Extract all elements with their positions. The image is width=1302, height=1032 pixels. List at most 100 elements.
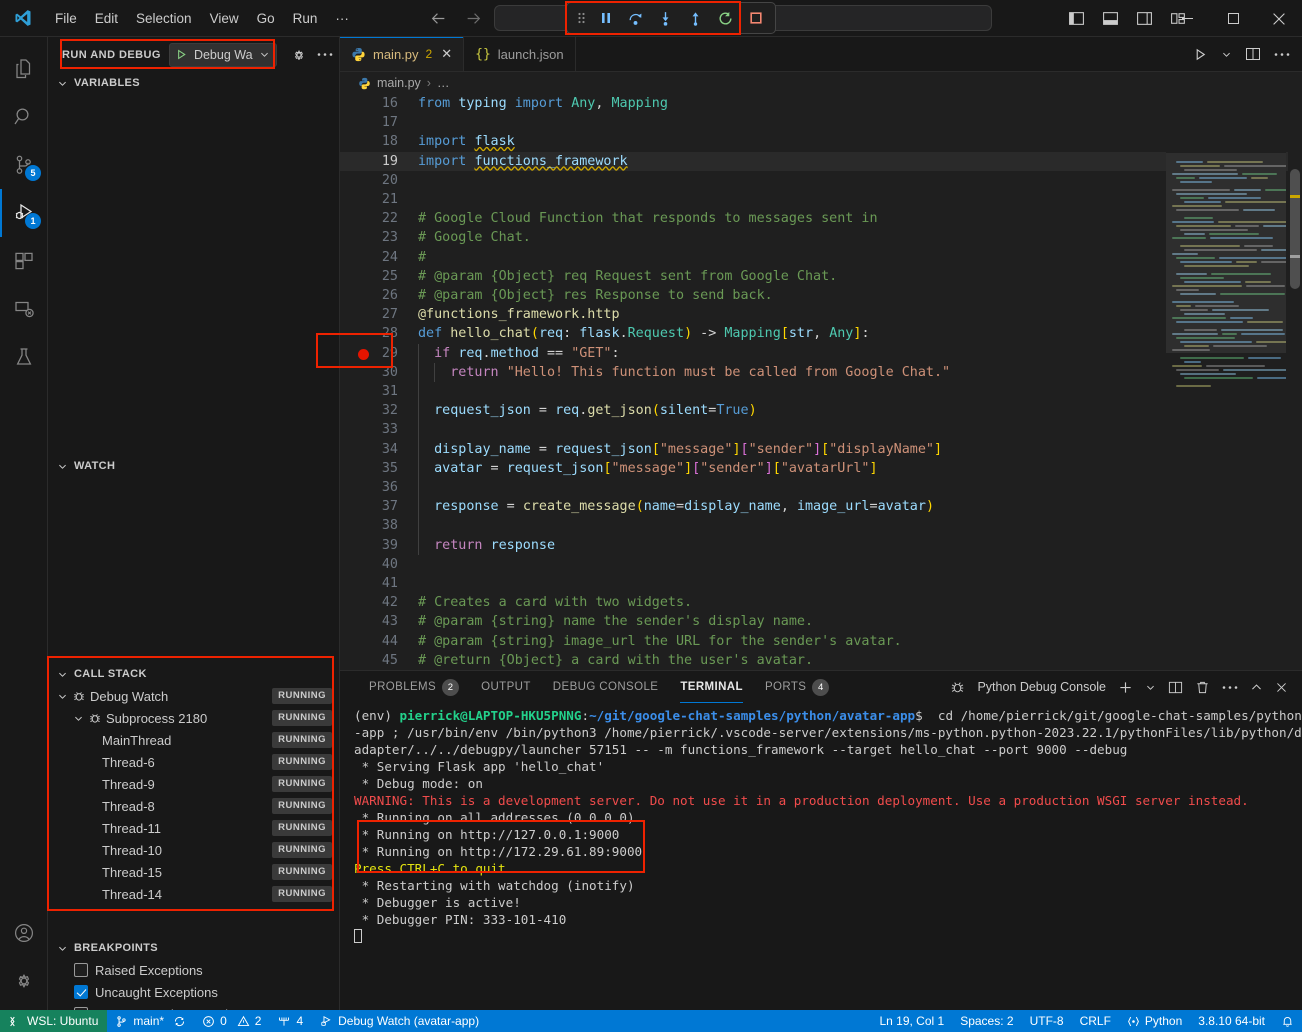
sync-icon[interactable]: [173, 1015, 186, 1028]
call-stack-row[interactable]: Thread-6RUNNING: [48, 751, 340, 773]
navigate-back-icon[interactable]: [430, 10, 447, 27]
code-line[interactable]: 28def hello_chat(req: flask.Request) -> …: [340, 324, 1302, 343]
code-line[interactable]: 27@functions_framework.http: [340, 305, 1302, 324]
call-stack-row[interactable]: Thread-8RUNNING: [48, 795, 340, 817]
code-line[interactable]: 41: [340, 574, 1302, 593]
stop-button[interactable]: [742, 5, 769, 31]
sidebar-item-remote-explorer[interactable]: [0, 285, 48, 333]
breakpoint-row[interactable]: Uncaught Exceptions: [48, 981, 340, 1003]
breadcrumb[interactable]: main.py › …: [340, 72, 1302, 94]
customize-primary-sidebar-icon[interactable]: [1068, 10, 1085, 27]
code-line[interactable]: 17: [340, 113, 1302, 132]
sidebar-more-actions-icon[interactable]: [317, 52, 333, 57]
sidebar-item-extensions[interactable]: [0, 237, 48, 285]
code-line[interactable]: 36: [340, 478, 1302, 497]
toggle-panel-icon[interactable]: [1102, 10, 1119, 27]
section-call-stack[interactable]: CALL STACK: [48, 663, 340, 685]
status-ports[interactable]: 4: [269, 1010, 311, 1032]
debug-toolbar[interactable]: [566, 2, 776, 34]
tab-problems[interactable]: PROBLEMS 2: [358, 671, 470, 703]
terminal-output[interactable]: (env) pierrick@LAPTOP-HKU5PNNG:~/git/goo…: [354, 707, 1294, 1009]
status-eol[interactable]: CRLF: [1072, 1010, 1119, 1032]
minimap[interactable]: [1166, 151, 1286, 670]
call-stack-row[interactable]: Thread-14RUNNING: [48, 883, 340, 905]
menu-selection[interactable]: Selection: [127, 8, 201, 29]
call-stack-row[interactable]: Thread-9RUNNING: [48, 773, 340, 795]
code-line[interactable]: 22# Google Cloud Function that responds …: [340, 209, 1302, 228]
code-line[interactable]: 21: [340, 190, 1302, 209]
code-line[interactable]: 23# Google Chat.: [340, 228, 1302, 247]
tab-launch-json[interactable]: {} launch.json: [464, 37, 575, 71]
sidebar-item-testing[interactable]: [0, 333, 48, 381]
sidebar-item-run-and-debug[interactable]: 1: [0, 189, 48, 237]
navigate-forward-icon[interactable]: [465, 10, 482, 27]
code-line[interactable]: 35 avatar = request_json["message"]["sen…: [340, 459, 1302, 478]
call-stack-row[interactable]: Thread-15RUNNING: [48, 861, 340, 883]
call-stack-row[interactable]: MainThreadRUNNING: [48, 729, 340, 751]
code-line[interactable]: 33: [340, 420, 1302, 439]
open-launch-json-gear-icon[interactable]: [291, 47, 307, 63]
code-line[interactable]: 37 response = create_message(name=displa…: [340, 497, 1302, 516]
active-terminal-name[interactable]: Python Debug Console: [977, 680, 1106, 694]
section-watch[interactable]: WATCH: [48, 455, 340, 477]
editor-scrollbar-thumb[interactable]: [1290, 169, 1300, 289]
section-breakpoints[interactable]: BREAKPOINTS: [48, 937, 340, 959]
code-line[interactable]: 19import functions_framework: [340, 152, 1302, 171]
chevron-down-icon[interactable]: [259, 49, 270, 60]
new-terminal-icon[interactable]: [1118, 680, 1133, 695]
chevron-down-icon[interactable]: [1221, 49, 1232, 60]
status-remote-host[interactable]: WSL: Ubuntu: [0, 1010, 107, 1032]
call-stack-row[interactable]: Subprocess 2180RUNNING: [48, 707, 340, 729]
close-icon[interactable]: ✕: [441, 46, 452, 62]
restart-button[interactable]: [712, 5, 739, 31]
chevron-down-icon[interactable]: [70, 713, 86, 724]
launch-config-dropdown[interactable]: Debug Wa: [169, 43, 277, 67]
step-out-button[interactable]: [682, 5, 709, 31]
editor-scrollbar[interactable]: [1288, 151, 1302, 670]
code-editor[interactable]: 16from typing import Any, Mapping1718imp…: [340, 94, 1302, 670]
status-problems[interactable]: 0 2: [194, 1010, 269, 1032]
sidebar-item-search[interactable]: [0, 93, 48, 141]
code-line[interactable]: 24#: [340, 248, 1302, 267]
drag-handle-icon[interactable]: [573, 5, 589, 31]
sidebar-item-explorer[interactable]: [0, 45, 48, 93]
call-stack-row[interactable]: Thread-11RUNNING: [48, 817, 340, 839]
code-line[interactable]: 30 return "Hello! This function must be …: [340, 363, 1302, 382]
window-maximize-button[interactable]: [1210, 0, 1256, 37]
pause-button[interactable]: [592, 5, 619, 31]
status-encoding[interactable]: UTF-8: [1022, 1010, 1072, 1032]
panel-more-actions-icon[interactable]: [1222, 685, 1238, 690]
code-line[interactable]: 34 display_name = request_json["message"…: [340, 440, 1302, 459]
status-language-mode[interactable]: Python: [1119, 1010, 1190, 1032]
status-notifications[interactable]: [1273, 1010, 1302, 1032]
status-interpreter[interactable]: 3.8.10 64-bit: [1190, 1010, 1273, 1032]
maximize-panel-icon[interactable]: [1250, 681, 1263, 694]
start-debugging-icon[interactable]: [175, 48, 188, 61]
menu-bar[interactable]: File Edit Selection View Go Run ···: [46, 8, 358, 29]
tab-debug-console[interactable]: DEBUG CONSOLE: [542, 671, 670, 703]
code-line[interactable]: 40: [340, 555, 1302, 574]
status-branch[interactable]: main*: [107, 1010, 194, 1032]
split-editor-icon[interactable]: [1245, 46, 1261, 62]
run-python-file-icon[interactable]: [1193, 47, 1208, 62]
code-line[interactable]: 45# @return {Object} a card with the use…: [340, 651, 1302, 670]
code-line[interactable]: 29 if req.method == "GET":: [340, 344, 1302, 363]
menu-edit[interactable]: Edit: [86, 8, 127, 29]
code-line[interactable]: 44# @param {string} image_url the URL fo…: [340, 632, 1302, 651]
menu-go[interactable]: Go: [248, 8, 284, 29]
section-variables[interactable]: VARIABLES: [48, 72, 340, 94]
breadcrumb-symbol[interactable]: …: [437, 76, 450, 90]
sidebar-item-source-control[interactable]: 5: [0, 141, 48, 189]
tab-terminal[interactable]: TERMINAL: [669, 671, 754, 703]
chevron-down-icon[interactable]: [1145, 682, 1156, 693]
kill-terminal-icon[interactable]: [1195, 680, 1210, 695]
editor-more-actions-icon[interactable]: [1274, 52, 1290, 57]
code-line[interactable]: 43# @param {string} name the sender's di…: [340, 612, 1302, 631]
status-debug-session[interactable]: Debug Watch (avatar-app): [311, 1010, 487, 1032]
code-line[interactable]: 39 return response: [340, 536, 1302, 555]
code-line[interactable]: 18import flask: [340, 132, 1302, 151]
chevron-down-icon[interactable]: [54, 691, 70, 702]
breakpoint-checkbox[interactable]: [74, 963, 88, 977]
toggle-secondary-sidebar-icon[interactable]: [1136, 10, 1153, 27]
menu-view[interactable]: View: [201, 8, 248, 29]
